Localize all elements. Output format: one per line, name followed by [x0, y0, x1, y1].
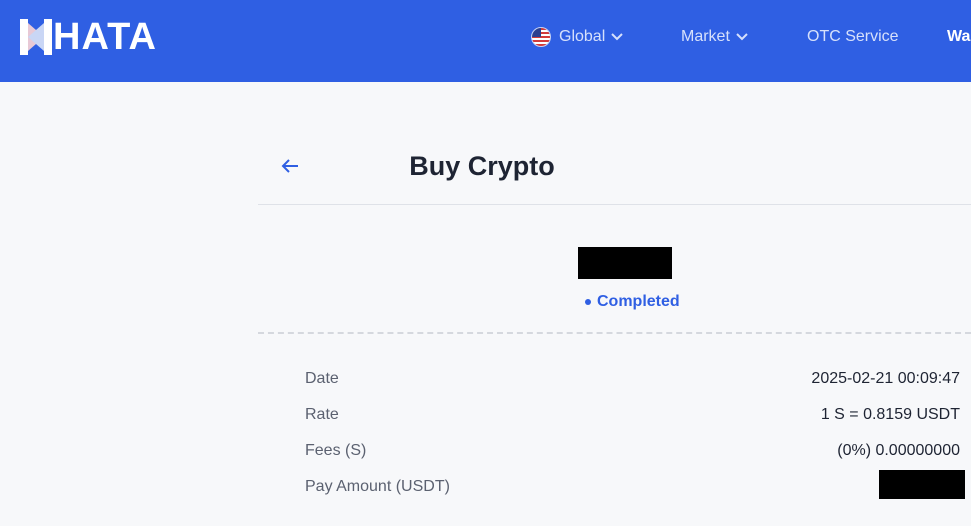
top-nav-bar: HATA Global Market OTC Service Wa [0, 0, 971, 82]
nav-market[interactable]: Market [681, 26, 748, 48]
nav-global-label: Global [559, 28, 606, 45]
redacted-amount [578, 247, 672, 279]
nav-global[interactable]: Global [531, 26, 623, 48]
dashed-divider [258, 332, 971, 334]
logo[interactable]: HATA [20, 16, 157, 58]
pay-amount-value-redacted [879, 470, 965, 499]
nav-wallet-label: Wa [947, 28, 971, 45]
header-divider [258, 204, 971, 205]
nav-market-label: Market [681, 28, 730, 45]
status-dot [585, 299, 591, 305]
status-badge: Completed [580, 292, 680, 312]
date-value: 2025-02-21 00:09:47 [811, 370, 960, 387]
fees-value: (0%) 0.00000000 [837, 442, 960, 459]
fees-label: Fees (S) [305, 442, 367, 459]
status-text: Completed [597, 293, 680, 310]
logo-text: HATA [53, 16, 157, 58]
pay-amount-label: Pay Amount (USDT) [305, 478, 450, 495]
chevron-down-icon [736, 33, 748, 41]
nav-otc-service[interactable]: OTC Service [807, 26, 899, 48]
rate-label: Rate [305, 406, 339, 423]
rate-value: 1 S = 0.8159 USDT [820, 406, 960, 423]
us-flag-globe-icon [531, 27, 551, 47]
logo-mark-icon [20, 19, 52, 55]
date-label: Date [305, 370, 339, 387]
chevron-down-icon [611, 33, 623, 41]
nav-otc-label: OTC Service [807, 28, 899, 45]
page-title: Buy Crypto [409, 151, 555, 181]
nav-wallet[interactable]: Wa [947, 26, 970, 48]
